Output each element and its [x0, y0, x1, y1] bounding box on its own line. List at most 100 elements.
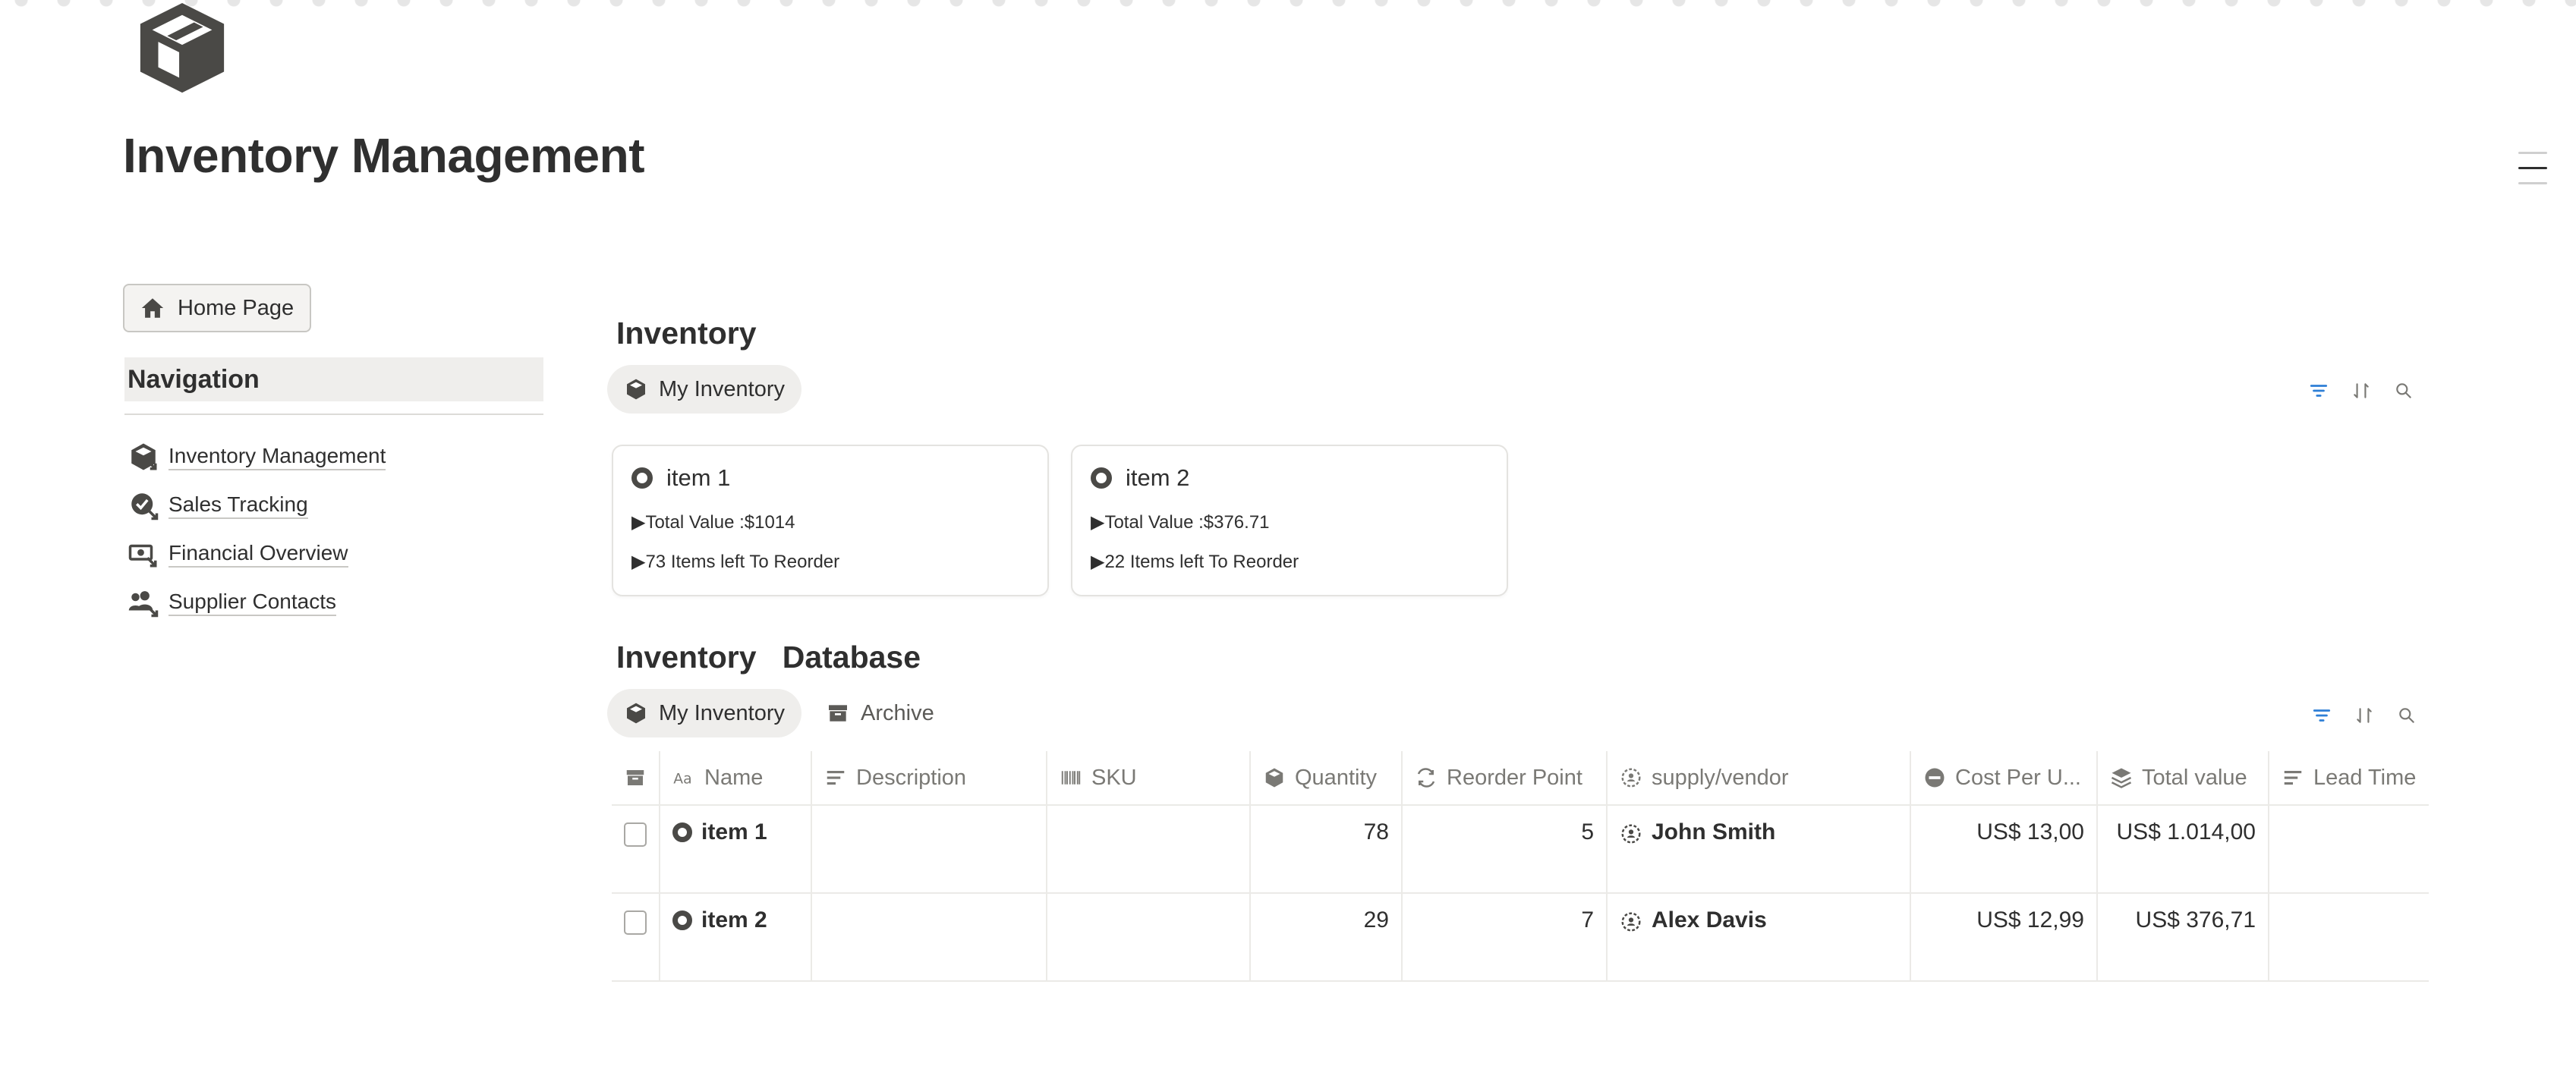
- table-row[interactable]: item 2 29 7 Alex Davis US$ 12,99 US$ 376…: [612, 894, 2429, 982]
- column-header-description[interactable]: Description: [812, 751, 1047, 804]
- vendor-cell[interactable]: John Smith: [1608, 806, 1911, 892]
- total-value-cell[interactable]: US$ 376,71: [2098, 894, 2269, 980]
- sku-cell[interactable]: [1047, 894, 1251, 980]
- database-section-title: Inventory Database: [616, 640, 921, 675]
- divider: [124, 414, 543, 415]
- sort-icon[interactable]: [2351, 381, 2371, 401]
- card-reorder-count: ▶73 Items left To Reorder: [631, 552, 840, 572]
- layers-icon: [2111, 768, 2132, 788]
- column-header-label: Name: [704, 765, 764, 790]
- svg-text:Aa: Aa: [673, 772, 691, 788]
- tab-archive[interactable]: Archive: [809, 689, 951, 737]
- archive-icon: [626, 770, 644, 785]
- sort-icon[interactable]: [2354, 706, 2374, 725]
- column-header-label: Quantity: [1295, 765, 1377, 790]
- column-header-total-value[interactable]: Total value: [2098, 751, 2269, 804]
- refresh-icon: [1417, 768, 1435, 788]
- page: Inventory Management Home Page Navigatio…: [0, 0, 2576, 1085]
- cost-cell[interactable]: US$ 13,00: [1911, 806, 2098, 892]
- text-lines-icon: [827, 770, 845, 785]
- table-row[interactable]: item 1 78 5 John Smith US$ 13,00 US$ 1.0…: [612, 806, 2429, 894]
- home-icon: [141, 298, 164, 318]
- navigation-list: Inventory Management Sales Tracking Fina…: [128, 432, 386, 627]
- reorder-point-cell[interactable]: 7: [1403, 894, 1608, 980]
- inventory-toolbar: [2309, 381, 2414, 401]
- card-title: item 1: [631, 464, 730, 492]
- contact-icon: [1621, 824, 1641, 844]
- home-page-label: Home Page: [178, 295, 294, 320]
- archive-column-header[interactable]: [612, 751, 660, 804]
- inventory-card[interactable]: item 2 ▶Total Value :$376.71 ▶22 Items l…: [1071, 445, 1508, 596]
- relation-icon: [1621, 768, 1641, 788]
- record-icon: [672, 822, 692, 842]
- record-icon: [672, 910, 692, 930]
- vendor-cell[interactable]: Alex Davis: [1608, 894, 1911, 980]
- card-reorder-count: ▶22 Items left To Reorder: [1091, 552, 1299, 572]
- row-checkbox[interactable]: [624, 910, 647, 935]
- filter-icon[interactable]: [2309, 381, 2329, 401]
- row-select-cell: [612, 894, 660, 980]
- inventory-card[interactable]: item 1 ▶Total Value :$1014 ▶73 Items lef…: [612, 445, 1049, 596]
- lead-time-cell[interactable]: [2269, 806, 2429, 892]
- description-cell[interactable]: [812, 894, 1047, 980]
- column-header-cost[interactable]: Cost Per U...: [1911, 751, 2098, 804]
- vendor-value: John Smith: [1652, 819, 1776, 844]
- inventory-table: Aa Name Description SKU Quantity Reorder…: [612, 751, 2429, 982]
- nav-item-inventory-management[interactable]: Inventory Management: [128, 432, 386, 481]
- total-value-cell[interactable]: US$ 1.014,00: [2098, 806, 2269, 892]
- nav-item-supplier-contacts[interactable]: Supplier Contacts: [128, 578, 386, 627]
- column-header-lead-time[interactable]: Lead Time: [2269, 751, 2429, 804]
- sku-cell[interactable]: [1047, 806, 1251, 892]
- reorder-point-cell[interactable]: 5: [1403, 806, 1608, 892]
- column-header-quantity[interactable]: Quantity: [1251, 751, 1403, 804]
- column-header-label: Cost Per U...: [1955, 765, 2081, 790]
- nav-item-label: Sales Tracking: [168, 492, 308, 519]
- table-header-row: Aa Name Description SKU Quantity Reorder…: [612, 751, 2429, 806]
- table-of-contents-indicator[interactable]: [2518, 152, 2547, 197]
- nav-item-sales-tracking[interactable]: Sales Tracking: [128, 481, 386, 530]
- archive-icon: [829, 705, 847, 722]
- people-link-icon: [128, 591, 159, 618]
- column-header-sku[interactable]: SKU: [1047, 751, 1251, 804]
- row-checkbox[interactable]: [624, 822, 647, 847]
- column-header-label: Total value: [2142, 765, 2247, 790]
- column-header-vendor[interactable]: supply/vendor: [1608, 751, 1911, 804]
- database-toolbar: [2312, 706, 2417, 725]
- text-lines-icon: [2284, 770, 2302, 785]
- nav-item-financial-overview[interactable]: Financial Overview: [128, 530, 386, 578]
- page-title: Inventory Management: [123, 128, 645, 183]
- inventory-section-title: Inventory: [616, 316, 757, 351]
- description-cell[interactable]: [812, 806, 1047, 892]
- column-header-label: SKU: [1091, 765, 1137, 790]
- name-value: item 1: [701, 819, 767, 844]
- quantity-cell[interactable]: 29: [1251, 894, 1403, 980]
- column-header-label: supply/vendor: [1652, 765, 1789, 790]
- card-title-text: item 1: [666, 464, 731, 491]
- column-header-name[interactable]: Aa Name: [660, 751, 812, 804]
- tab-my-inventory[interactable]: My Inventory: [607, 689, 801, 737]
- cover-edge: [0, 0, 2576, 8]
- cost-cell[interactable]: US$ 12,99: [1911, 894, 2098, 980]
- nav-item-label: Supplier Contacts: [168, 589, 337, 616]
- card-total-value: ▶Total Value :$376.71: [1091, 512, 1270, 533]
- lead-time-cell[interactable]: [2269, 894, 2429, 980]
- quantity-cell[interactable]: 78: [1251, 806, 1403, 892]
- tab-my-inventory[interactable]: My Inventory: [607, 365, 801, 414]
- column-header-label: Description: [856, 765, 967, 790]
- box-link-icon: [131, 443, 157, 470]
- tab-label: My Inventory: [659, 376, 785, 401]
- card-title-text: item 2: [1126, 464, 1190, 491]
- box-icon: [1265, 768, 1283, 788]
- search-icon[interactable]: [2397, 706, 2417, 725]
- filter-icon[interactable]: [2312, 706, 2332, 725]
- search-icon[interactable]: [2394, 381, 2414, 401]
- row-select-cell: [612, 806, 660, 892]
- box-page-icon[interactable]: [134, 0, 231, 96]
- column-header-label: Lead Time: [2313, 765, 2417, 790]
- name-cell[interactable]: item 2: [660, 894, 812, 980]
- column-header-reorder-point[interactable]: Reorder Point: [1403, 751, 1608, 804]
- box-icon: [627, 379, 645, 400]
- card-total-value: ▶Total Value :$1014: [631, 512, 795, 533]
- name-cell[interactable]: item 1: [660, 806, 812, 892]
- home-page-button[interactable]: Home Page: [123, 284, 311, 332]
